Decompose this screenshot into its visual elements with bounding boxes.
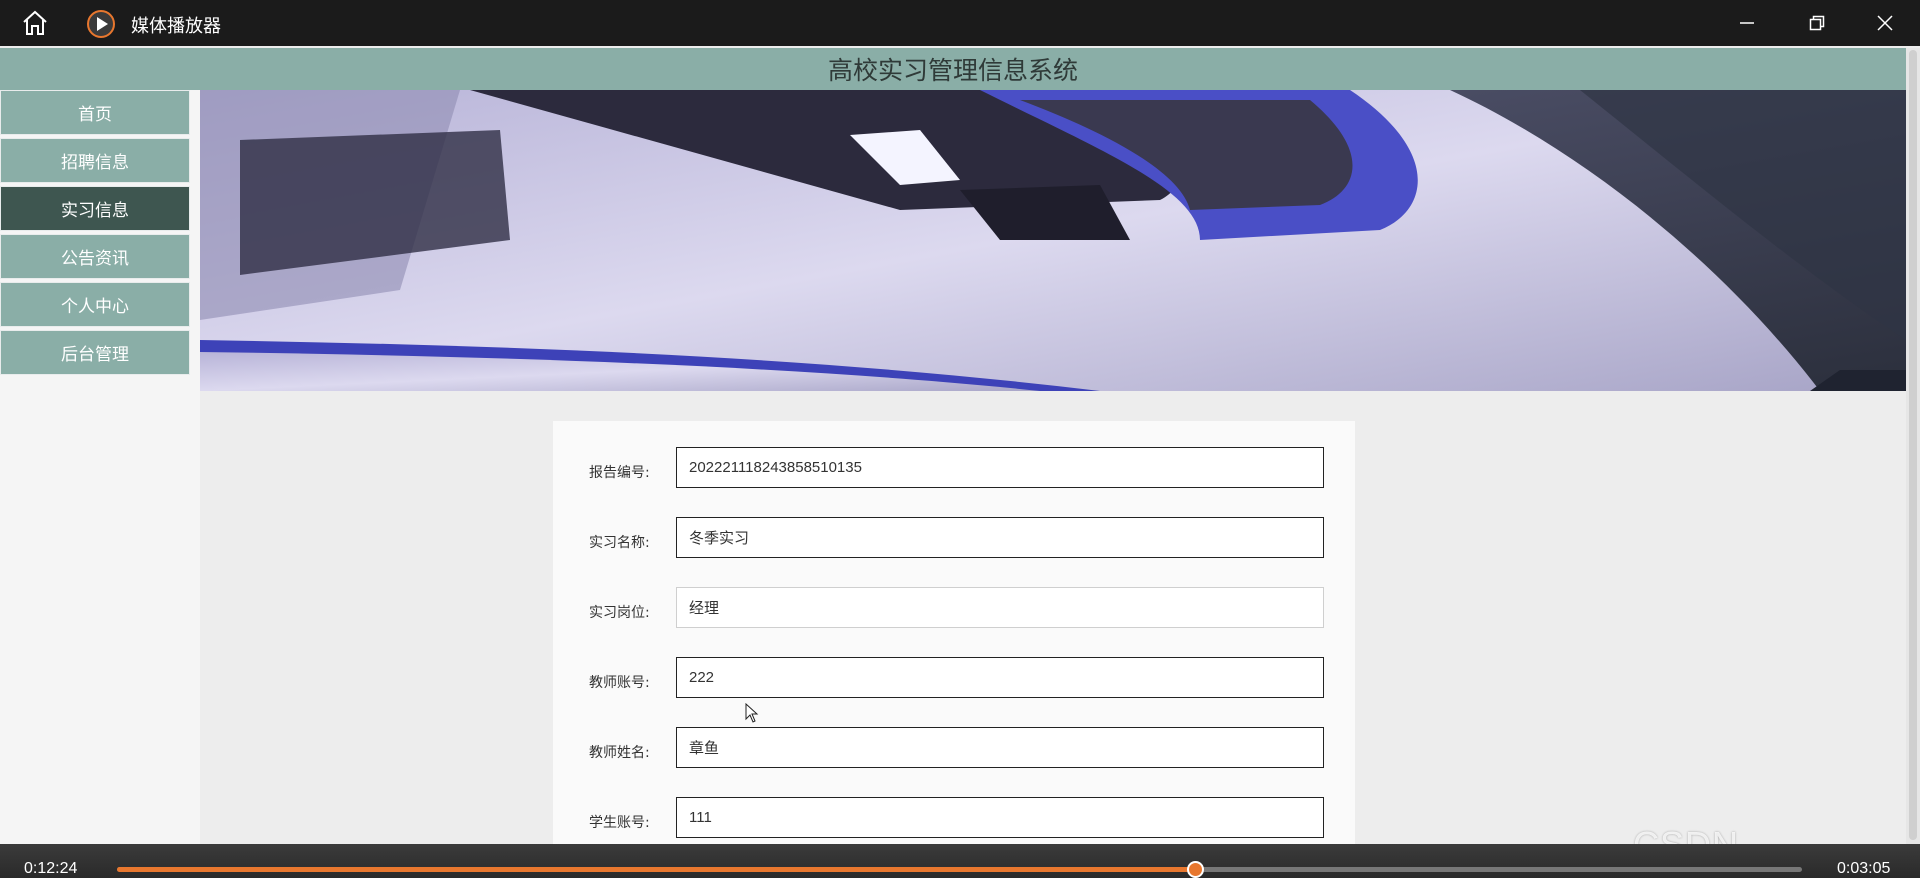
internship-name-field[interactable]: 冬季实习 [676, 517, 1324, 558]
player-controls: 0:12:24 0:03:05 [0, 844, 1920, 878]
nav-item-internship[interactable]: 实习信息 [0, 186, 190, 231]
page-scrollbar[interactable] [1906, 48, 1920, 844]
teacher-account-field[interactable]: 222 [676, 657, 1324, 698]
nav-item-recruitment[interactable]: 招聘信息 [0, 138, 190, 183]
internship-form: 报告编号: 2022211182438585​10135 实习名称: 冬季实习 … [553, 421, 1355, 844]
field-label-teacher-account: 教师账号: [589, 675, 650, 691]
field-label-report-no: 报告编号: [589, 465, 650, 481]
minimize-icon[interactable] [1712, 0, 1782, 46]
seek-bar[interactable] [117, 861, 1802, 878]
mouse-pointer-icon [745, 702, 759, 727]
close-icon[interactable] [1850, 0, 1920, 46]
play-circle-icon [86, 9, 116, 39]
teacher-name-field[interactable]: 章鱼 [676, 727, 1324, 768]
player-title: 媒体播放器 [131, 16, 221, 37]
home-icon[interactable] [20, 9, 50, 37]
student-account-field[interactable]: 111 [676, 797, 1324, 838]
field-label-student-account: 学生账号: [589, 815, 650, 831]
scrollbar-thumb[interactable] [1909, 50, 1917, 840]
watermark: CSDN @sheji405 [1633, 824, 1920, 844]
total-time: 0:03:05 [1837, 860, 1891, 877]
nav-item-profile[interactable]: 个人中心 [0, 282, 190, 327]
nav-item-admin[interactable]: 后台管理 [0, 330, 190, 375]
site-title: 高校实习管理信息系统 [827, 56, 1078, 85]
nav-item-announcements[interactable]: 公告资讯 [0, 234, 190, 279]
current-time: 0:12:24 [24, 860, 78, 877]
restore-icon[interactable] [1782, 0, 1852, 46]
player-titlebar: 媒体播放器 [0, 0, 1920, 46]
position-field[interactable]: 经理 [676, 587, 1324, 628]
field-label-internship-name: 实习名称: [589, 535, 650, 551]
sidebar: 首页 招聘信息 实习信息 公告资讯 个人中心 后台管理 [0, 90, 200, 844]
video-frame: 高校实习管理信息系统 首页 招聘信息 实习信息 公告资讯 个人中心 后台管理 报… [0, 46, 1920, 844]
nav-item-home[interactable]: 首页 [0, 90, 190, 135]
field-label-position: 实习岗位: [589, 605, 650, 621]
banner-image [200, 90, 1906, 391]
report-no-field[interactable]: 2022211182438585​10135 [676, 447, 1324, 488]
field-label-teacher-name: 教师姓名: [589, 745, 650, 761]
site-header: 高校实习管理信息系统 [0, 48, 1906, 90]
seek-handle[interactable] [1187, 861, 1205, 878]
seek-bar-progress [117, 867, 1196, 872]
